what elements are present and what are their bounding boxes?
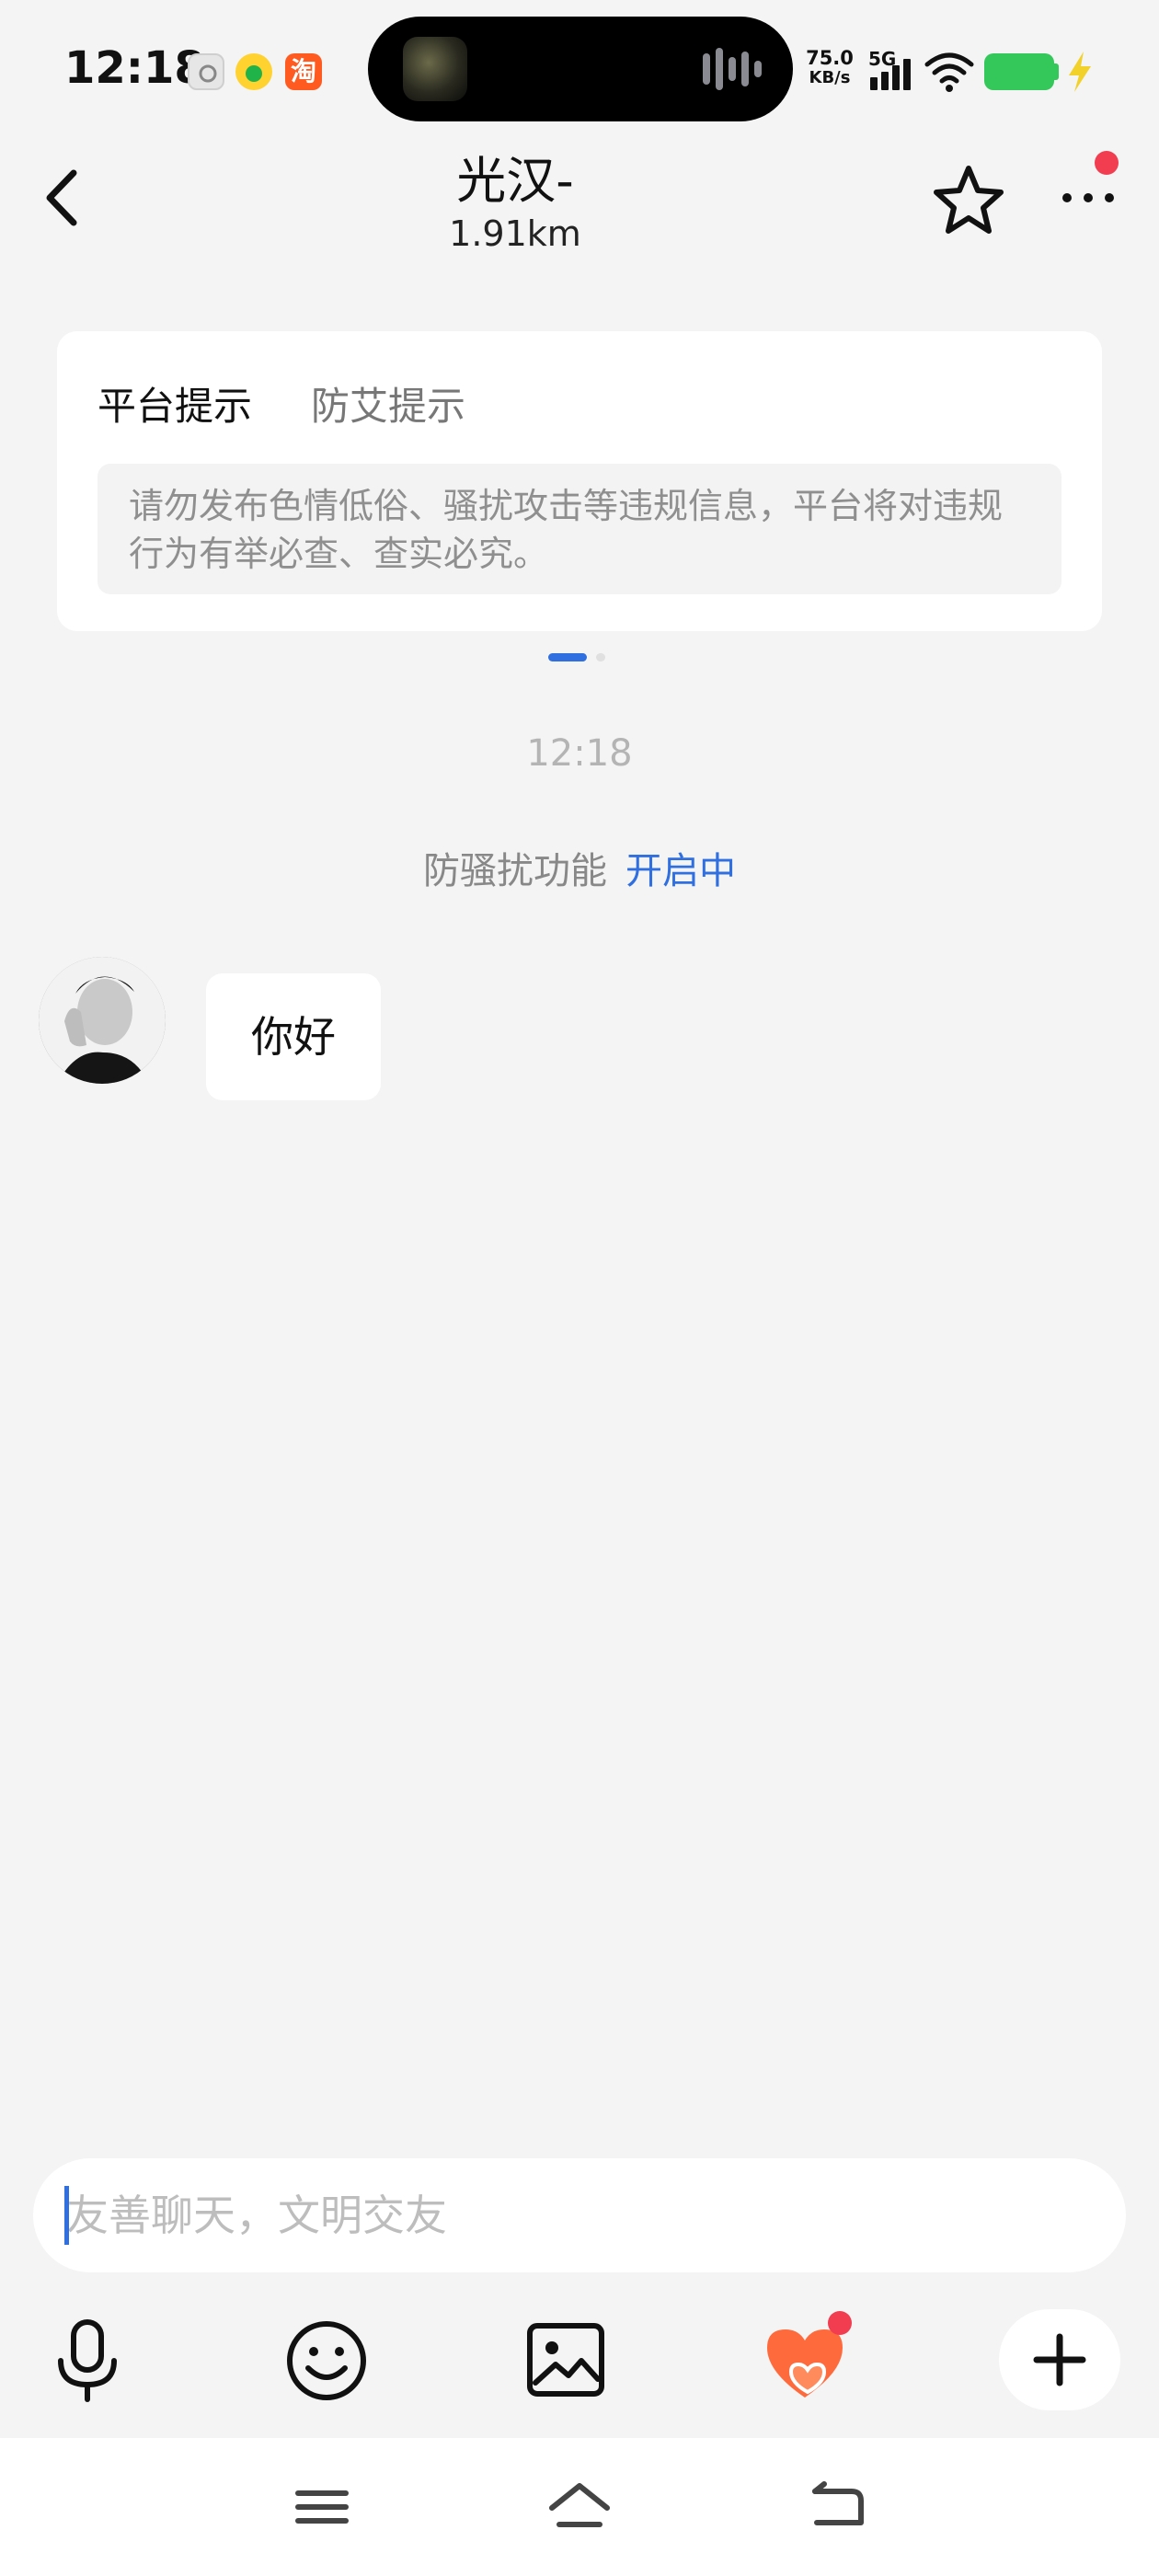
chevron-left-icon <box>46 169 77 226</box>
audio-wave-bar <box>716 48 723 90</box>
chat-title: 光汉- <box>456 152 574 210</box>
tab-platform-notice[interactable]: 平台提示 <box>98 375 252 431</box>
anti-harassment-status: 防骚扰功能 开启中 <box>0 841 1159 894</box>
network-speed: 75.0 KB/s <box>802 48 857 88</box>
menu-icon <box>295 2490 349 2524</box>
platform-notice-card: 平台提示 防艾提示 请勿发布色情低俗、骚扰攻击等违规信息，平台将对违规行为有举必… <box>57 331 1102 631</box>
notice-text: 请勿发布色情低俗、骚扰攻击等违规信息，平台将对违规行为有举必查、查实必究。 <box>98 464 1061 594</box>
network-speed-unit: KB/s <box>809 68 851 87</box>
anti-harassment-label: 防骚扰功能 <box>423 850 607 892</box>
image-icon <box>527 2323 604 2397</box>
dynamic-island[interactable] <box>368 17 793 121</box>
audio-wave-icon <box>703 53 710 85</box>
text-cursor <box>64 2186 69 2245</box>
anti-harassment-toggle[interactable]: 开启中 <box>625 850 736 892</box>
audio-wave-bar <box>741 52 749 86</box>
audio-wave-bar <box>729 57 736 81</box>
tab-aids-prevention-notice[interactable]: 防艾提示 <box>311 375 465 431</box>
battery-icon <box>984 53 1054 90</box>
gift-badge <box>828 2311 852 2335</box>
avatar[interactable] <box>39 957 166 1084</box>
carousel-indicator-active <box>548 653 587 661</box>
more-dots-icon <box>1062 193 1114 202</box>
home-icon <box>549 2483 610 2527</box>
charging-icon <box>1069 52 1091 92</box>
avatar-portrait <box>39 957 166 1084</box>
media-thumbnail <box>403 37 467 101</box>
taobao-app-icon: 淘 <box>285 53 322 90</box>
microphone-icon <box>58 2319 117 2402</box>
more-options-button[interactable] <box>1056 175 1120 221</box>
image-button[interactable] <box>515 2309 616 2410</box>
emoji-button[interactable] <box>276 2309 377 2410</box>
carousel-indicator <box>596 653 605 661</box>
message-bubble[interactable]: 你好 <box>206 973 381 1100</box>
network-speed-value: 75.0 <box>806 47 854 69</box>
settings-app-icon <box>188 53 224 90</box>
qq-music-app-icon <box>235 53 272 90</box>
return-arrow-icon <box>812 2481 864 2525</box>
status-time: 12:18 <box>64 42 205 94</box>
back-button[interactable] <box>37 166 92 230</box>
message-timestamp: 12:18 <box>526 732 633 775</box>
notification-badge <box>1095 151 1119 175</box>
wifi-icon <box>924 52 974 92</box>
favorite-button[interactable] <box>929 161 1008 240</box>
plus-icon <box>1033 2333 1086 2386</box>
audio-wave-bar <box>754 61 762 77</box>
chat-screen: 12:18 淘 75.0 KB/s 5G 光汉- 1.91km 平台提示 防艾提… <box>0 0 1159 2576</box>
more-tools-button[interactable] <box>999 2309 1120 2410</box>
battery-cap <box>1054 63 1059 80</box>
home-nav-button[interactable] <box>543 2475 616 2539</box>
menu-nav-button[interactable] <box>285 2475 359 2539</box>
message-input[interactable] <box>33 2158 1126 2272</box>
star-icon <box>934 166 1004 234</box>
voice-button[interactable] <box>37 2309 138 2410</box>
distance-label: 1.91km <box>449 213 581 254</box>
smiley-icon <box>287 2321 366 2400</box>
back-nav-button[interactable] <box>800 2475 874 2539</box>
